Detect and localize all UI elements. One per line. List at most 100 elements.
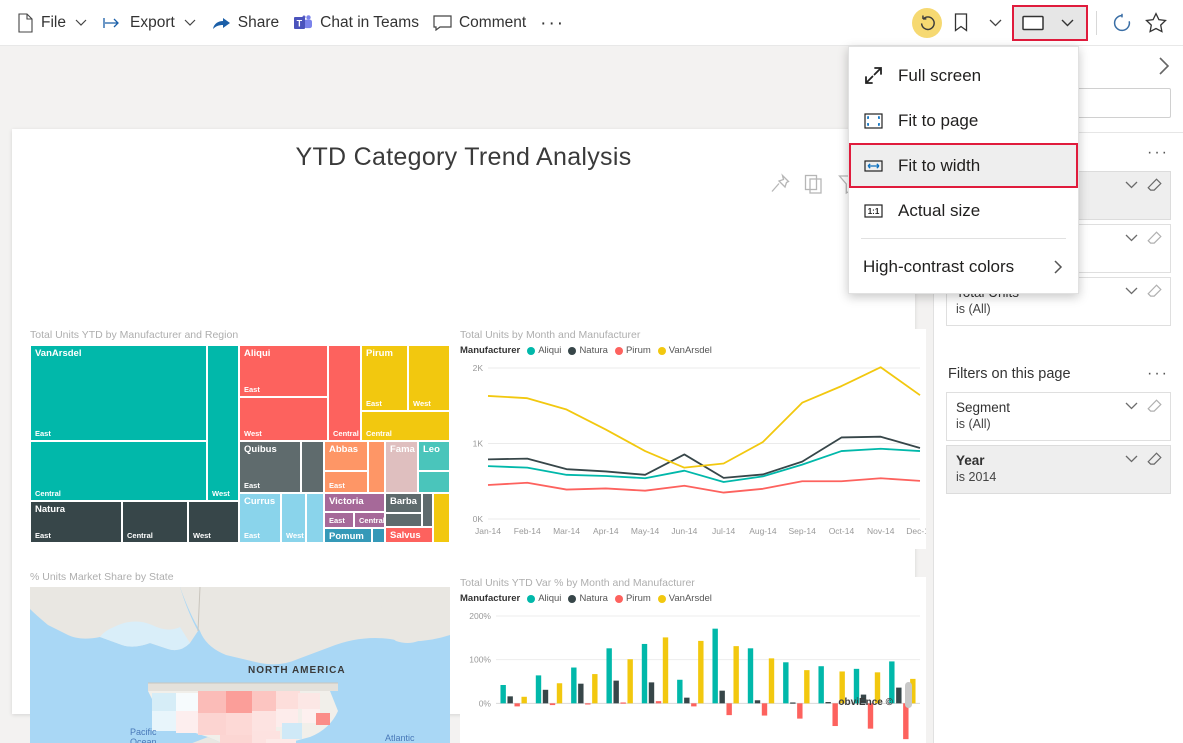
legend-label: Pirum (625, 593, 651, 604)
treemap-node[interactable]: East (324, 471, 368, 493)
treemap-node[interactable]: Central (361, 411, 450, 441)
treemap-node[interactable]: Central (122, 501, 188, 543)
treemap-node[interactable]: Natura East (30, 501, 122, 543)
chevron-down-icon[interactable] (1125, 287, 1138, 295)
view-menu-chevron[interactable] (1050, 6, 1084, 40)
filter-card-year[interactable]: Year is 2014 (946, 445, 1171, 494)
treemap-node[interactable]: VanArsdel East (30, 345, 207, 441)
legend-label: VanArsdel (668, 593, 712, 604)
menu-item-fit-to-width[interactable]: Fit to width (849, 143, 1078, 188)
treemap-node[interactable]: Barba (385, 493, 422, 513)
clear-filter-icon[interactable] (1147, 452, 1162, 466)
menu-item-fit-to-page[interactable]: Fit to page (849, 98, 1078, 143)
chevron-down-icon[interactable] (1125, 234, 1138, 242)
treemap-node[interactable] (372, 528, 385, 543)
clear-filter-icon[interactable] (1147, 399, 1162, 413)
chevron-right-icon[interactable] (1157, 56, 1171, 76)
treemap-node[interactable]: Pirum East (361, 345, 408, 411)
treemap-node[interactable]: Aliqui East (239, 345, 328, 397)
menu-item-label: Fit to width (898, 155, 981, 175)
clear-filter-icon[interactable] (1147, 284, 1162, 298)
chat-in-teams-button[interactable]: T Chat in Teams (286, 6, 426, 40)
treemap-node[interactable]: Central (354, 512, 385, 528)
pin-icon[interactable] (769, 173, 791, 195)
refresh-icon (1112, 13, 1132, 33)
treemap-node[interactable]: Central (30, 441, 207, 501)
treemap-node[interactable] (385, 513, 422, 527)
treemap-node[interactable]: Currus East (239, 493, 281, 543)
bar-chart-visual[interactable]: Total Units YTD Var % by Month and Manuf… (460, 577, 926, 743)
treemap-node[interactable]: Pomum (324, 528, 372, 543)
view-menu-button-group[interactable] (1012, 4, 1088, 41)
legend-item-vanarsdel[interactable]: VanArsdel (657, 593, 712, 604)
file-menu-button[interactable]: File (10, 6, 96, 40)
treemap-node[interactable]: Victoria (324, 493, 385, 512)
treemap-node[interactable] (422, 493, 433, 527)
favorite-button[interactable] (1139, 6, 1173, 40)
legend-item-vanarsdel[interactable]: VanArsdel (657, 345, 712, 356)
treemap-node[interactable] (301, 441, 324, 493)
treemap-node[interactable] (433, 493, 450, 543)
treemap-node[interactable]: Leo (418, 441, 450, 471)
treemap-node[interactable]: West (281, 493, 306, 543)
clear-filter-icon[interactable] (1147, 231, 1162, 245)
bar-chart-plot[interactable]: -100%0%100%200%Jan-14Feb-14Mar-14Apr-14M… (460, 608, 926, 743)
chevron-down-icon[interactable] (1125, 402, 1138, 410)
treemap-node[interactable]: East (324, 512, 354, 528)
legend-item-aliqui[interactable]: Aliqui (527, 345, 561, 356)
treemap-node[interactable]: West (188, 501, 239, 543)
legend-item-pirum[interactable]: Pirum (614, 345, 651, 356)
canvas-scrollbar[interactable] (905, 682, 912, 708)
line-chart-plot[interactable]: 0K 1K 2K Jan-14 Feb-14 Mar-14 Apr-14 May-14 Jun-… (460, 360, 926, 545)
export-menu-button[interactable]: Export (96, 6, 205, 40)
treemap-node[interactable] (368, 441, 385, 493)
bookmark-icon (954, 13, 968, 32)
treemap-node[interactable]: West (239, 397, 328, 441)
reset-button[interactable] (910, 6, 944, 40)
treemap-node[interactable]: Salvus (385, 527, 433, 543)
chevron-down-icon[interactable] (182, 19, 198, 27)
chevron-down-icon[interactable] (73, 19, 89, 27)
menu-item-high-contrast-colors[interactable]: High-contrast colors (849, 244, 1078, 289)
bookmarks-chevron[interactable] (978, 6, 1012, 40)
treemap-node[interactable]: West (207, 345, 239, 501)
treemap-plot[interactable]: VanArsdel East Central West Natura East (30, 345, 450, 543)
view-button[interactable] (1016, 6, 1050, 40)
clear-filter-icon[interactable] (1147, 178, 1162, 192)
page-filters-more-icon[interactable]: ··· (1147, 366, 1169, 382)
treemap-node[interactable] (418, 471, 450, 493)
comment-button[interactable]: Comment (426, 6, 533, 40)
treemap-node[interactable]: Abbas (324, 441, 368, 471)
bookmarks-button[interactable] (944, 6, 978, 40)
filter-card-segment[interactable]: Segment is (All) (946, 392, 1171, 441)
legend-swatch (568, 346, 577, 355)
report-filters-more-icon[interactable]: ··· (1147, 145, 1169, 161)
legend-item-natura[interactable]: Natura (568, 345, 608, 356)
bar-chart-legend[interactable]: Manufacturer Aliqui Natura Pirum VanArsd… (460, 593, 926, 604)
legend-item-pirum[interactable]: Pirum (614, 593, 651, 604)
treemap-node[interactable]: Central (328, 345, 361, 441)
treemap-visual[interactable]: Total Units YTD by Manufacturer and Regi… (30, 329, 450, 543)
treemap-node[interactable] (306, 493, 324, 543)
map-canvas[interactable]: NORTH AMERICA PacificOcean AtlanticOcean… (30, 587, 450, 743)
menu-item-actual-size[interactable]: 1:1 Actual size (849, 188, 1078, 233)
line-chart-legend[interactable]: Manufacturer Aliqui Natura Pirum VanArsd… (460, 345, 926, 356)
legend-swatch (527, 346, 536, 355)
legend-item-natura[interactable]: Natura (568, 593, 608, 604)
more-options-button[interactable]: ··· (533, 6, 572, 40)
copy-icon[interactable] (803, 173, 825, 195)
treemap-node[interactable]: Quibus East (239, 441, 301, 493)
refresh-button[interactable] (1105, 6, 1139, 40)
chevron-down-icon[interactable] (1125, 455, 1138, 463)
chevron-down-icon[interactable] (1125, 181, 1138, 189)
map-visual[interactable]: % Units Market Share by State NORTH AMER… (30, 571, 450, 743)
menu-item-full-screen[interactable]: Full screen (849, 53, 1078, 98)
treemap-node-label: Currus (244, 496, 276, 507)
fit-to-page-icon (863, 112, 883, 129)
share-button[interactable]: Share (205, 6, 286, 40)
line-chart-visual[interactable]: Total Units by Month and Manufacturer Ma… (460, 329, 926, 549)
treemap-node[interactable]: West (408, 345, 450, 411)
treemap-node[interactable]: Fama (385, 441, 418, 493)
view-dropdown-menu[interactable]: Full screen Fit to page Fit to width 1:1… (848, 46, 1079, 294)
legend-item-aliqui[interactable]: Aliqui (527, 593, 561, 604)
